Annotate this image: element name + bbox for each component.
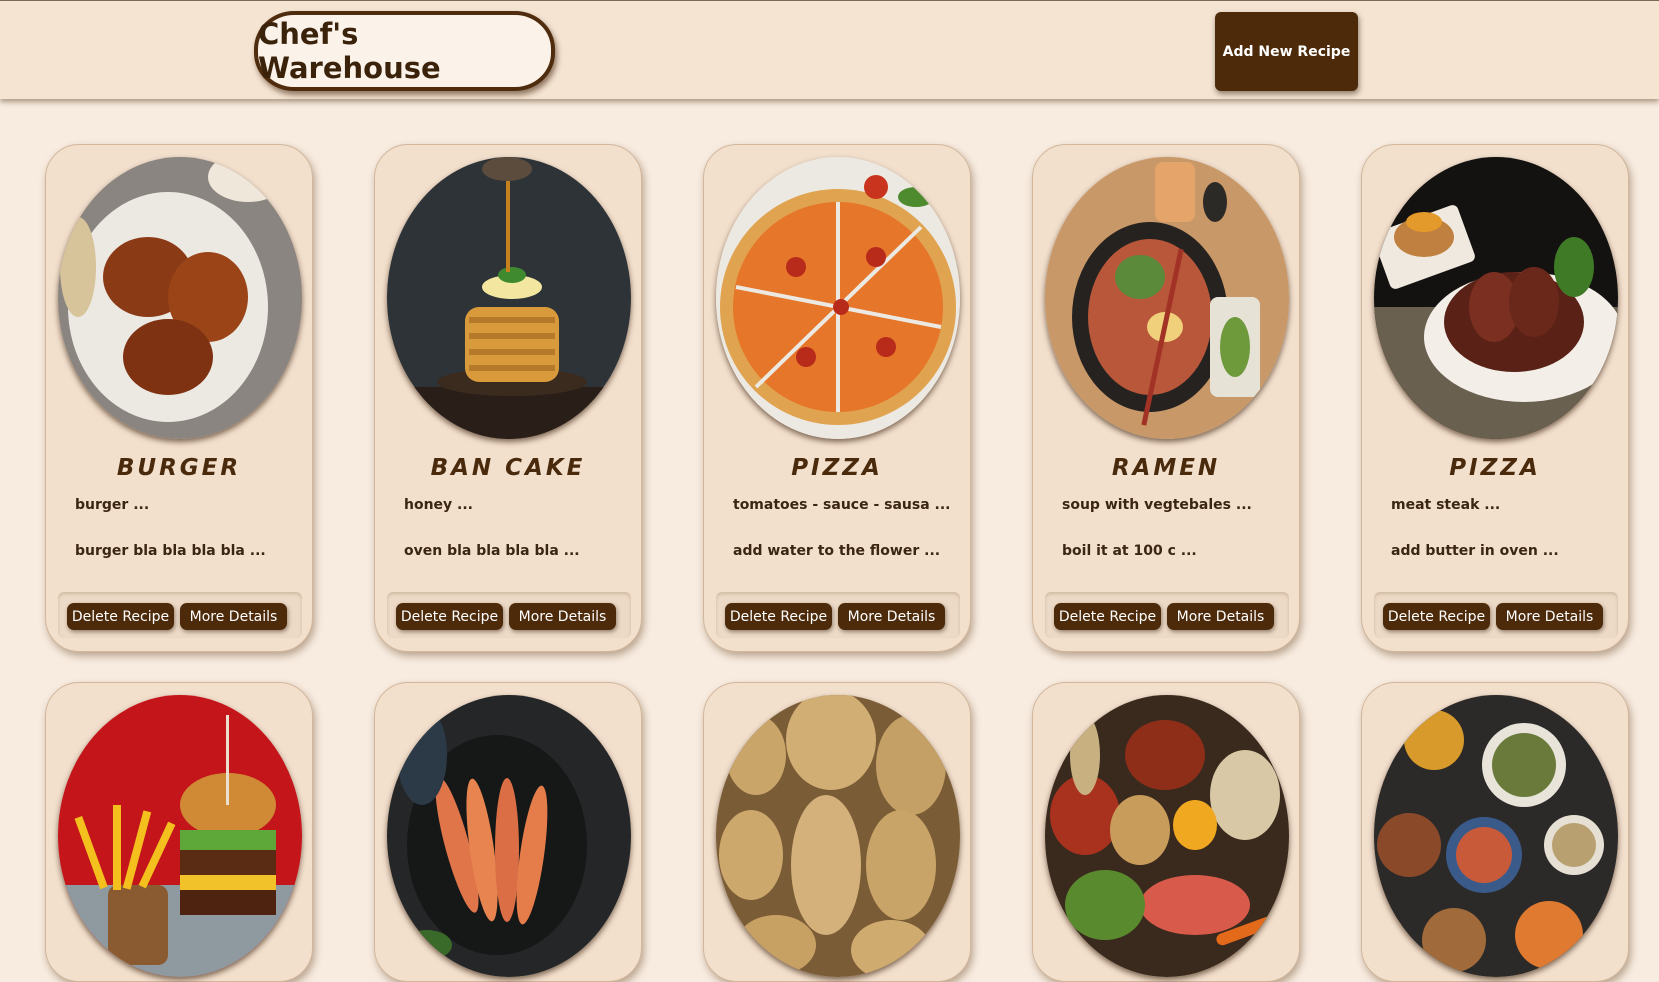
recipe-card — [1032, 682, 1300, 982]
more-details-button[interactable]: More Details — [1496, 603, 1603, 630]
recipe-card: BURGER burger ... burger bla bla bla bla… — [45, 144, 313, 652]
recipe-title: PIZZA — [791, 455, 883, 481]
top-navbar: Chef's Warehouse Add New Recipe — [0, 0, 1659, 99]
recipe-steps: burger bla bla bla bla ... — [75, 543, 266, 559]
recipe-title: BAN CAKE — [430, 455, 586, 481]
recipe-ingredients: soup with vegtebales ... — [1062, 497, 1252, 513]
delete-recipe-button[interactable]: Delete Recipe — [396, 603, 503, 630]
delete-recipe-button[interactable]: Delete Recipe — [67, 603, 174, 630]
recipe-ingredients: meat steak ... — [1391, 497, 1501, 513]
recipe-ingredients: tomatoes - sauce - sausa ... — [733, 497, 951, 513]
brand-logo[interactable]: Chef's Warehouse — [254, 11, 555, 91]
recipe-title: BURGER — [116, 455, 242, 481]
recipe-card: PIZZA meat steak ... add butter in oven … — [1361, 144, 1629, 652]
card-actions: Delete Recipe More Details — [58, 592, 302, 638]
recipe-grid: BURGER burger ... burger bla bla bla bla… — [0, 0, 1659, 982]
recipe-image-grocery-assortment — [1045, 695, 1289, 977]
recipe-card — [703, 682, 971, 982]
recipe-image-potatoes — [716, 695, 960, 977]
more-details-button[interactable]: More Details — [1167, 603, 1274, 630]
recipe-image-sliced-steak — [1374, 157, 1618, 439]
recipe-ingredients: honey ... — [404, 497, 474, 513]
recipe-image-shrimp — [387, 695, 631, 977]
recipe-steps: boil it at 100 c ... — [1062, 543, 1197, 559]
recipe-card — [1361, 682, 1629, 982]
more-details-button[interactable]: More Details — [509, 603, 616, 630]
recipe-image-steak-plate — [58, 157, 302, 439]
recipe-card: BAN CAKE honey ... oven bla bla bla bla … — [374, 144, 642, 652]
delete-recipe-button[interactable]: Delete Recipe — [1383, 603, 1490, 630]
recipe-card — [374, 682, 642, 982]
recipe-steps: add water to the flower ... — [733, 543, 941, 559]
recipe-image-food-spread — [1374, 695, 1618, 977]
card-actions: Delete Recipe More Details — [387, 592, 631, 638]
recipe-title: PIZZA — [1449, 455, 1541, 481]
recipe-card — [45, 682, 313, 982]
recipe-image-burger-fries — [58, 695, 302, 977]
more-details-button[interactable]: More Details — [838, 603, 945, 630]
recipe-image-pancake-stack — [387, 157, 631, 439]
card-actions: Delete Recipe More Details — [1374, 592, 1618, 638]
recipe-steps: oven bla bla bla bla ... — [404, 543, 580, 559]
recipe-card: RAMEN soup with vegtebales ... boil it a… — [1032, 144, 1300, 652]
card-actions: Delete Recipe More Details — [716, 592, 960, 638]
recipe-steps: add butter in oven ... — [1391, 543, 1559, 559]
delete-recipe-button[interactable]: Delete Recipe — [1054, 603, 1161, 630]
add-new-recipe-button[interactable]: Add New Recipe — [1215, 12, 1358, 91]
recipe-image-ramen-bowl — [1045, 157, 1289, 439]
delete-recipe-button[interactable]: Delete Recipe — [725, 603, 832, 630]
recipe-title: RAMEN — [1111, 455, 1221, 481]
card-actions: Delete Recipe More Details — [1045, 592, 1289, 638]
recipe-image-pizza — [716, 157, 960, 439]
more-details-button[interactable]: More Details — [180, 603, 287, 630]
recipe-card: PIZZA tomatoes - sauce - sausa ... add w… — [703, 144, 971, 652]
recipe-ingredients: burger ... — [75, 497, 150, 513]
